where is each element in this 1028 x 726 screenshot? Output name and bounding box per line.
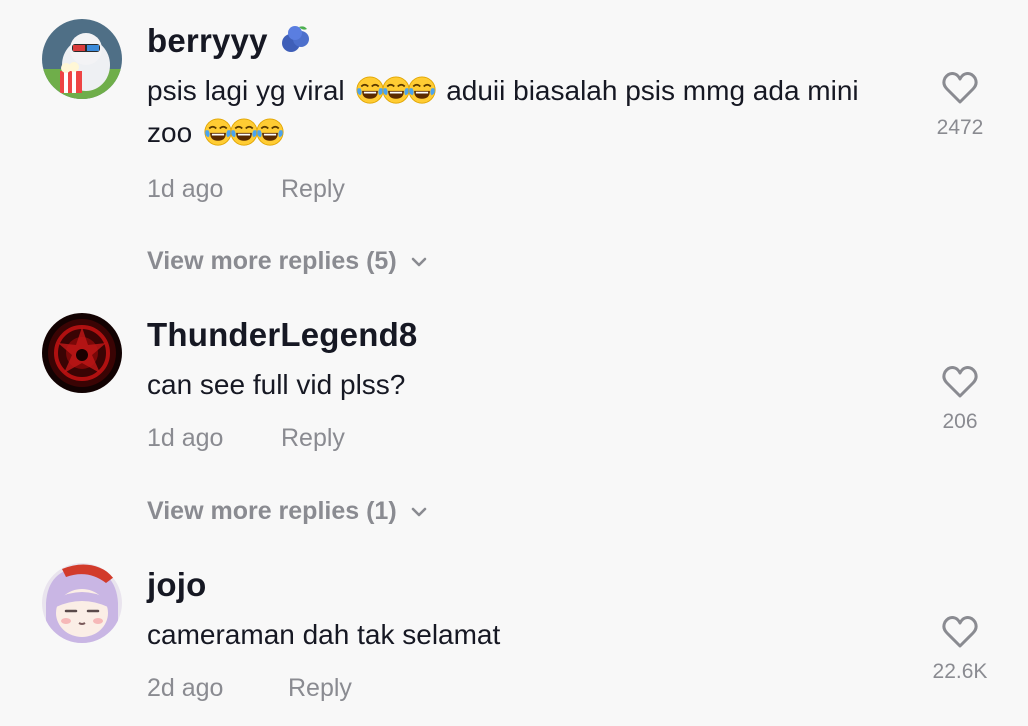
comment-text: can see full vid plss?	[147, 369, 406, 400]
heart-icon[interactable]	[941, 70, 979, 106]
chevron-down-icon	[409, 252, 429, 272]
view-more-replies-button[interactable]: View more replies (5)	[147, 247, 429, 276]
joy-emoji-group	[204, 117, 282, 148]
blueberry-emoji-icon	[282, 26, 310, 52]
like-count: 22.6K	[932, 660, 988, 683]
comment-time: 2d ago	[147, 674, 224, 702]
like-control: 206	[920, 364, 1000, 434]
reply-button[interactable]: Reply	[281, 424, 345, 453]
avatar-image	[42, 563, 122, 643]
username-text: berryyy	[147, 22, 268, 59]
like-count: 206	[942, 410, 978, 433]
face-with-tears-of-joy-icon	[356, 76, 384, 104]
like-control: 2472	[920, 70, 1000, 140]
comment-username[interactable]: jojo	[147, 566, 206, 604]
avatar-image	[42, 19, 122, 99]
like-count: 2472	[936, 116, 984, 139]
comment-username[interactable]: berryyy	[147, 22, 311, 60]
comment-time: 1d ago	[147, 424, 224, 452]
like-control: 22.6K	[920, 614, 1000, 684]
reply-button[interactable]: Reply	[288, 674, 352, 703]
comment-username[interactable]: ThunderLegend8	[147, 316, 417, 354]
comment-meta: 2d ago Reply	[147, 674, 352, 703]
reply-button[interactable]: Reply	[281, 175, 345, 204]
face-with-tears-of-joy-icon	[408, 76, 436, 104]
avatar[interactable]	[42, 563, 122, 643]
chevron-down-icon	[409, 502, 429, 522]
avatar[interactable]	[42, 313, 122, 393]
comment-text: cameraman dah tak selamat	[147, 619, 501, 650]
face-with-tears-of-joy-icon	[204, 118, 232, 146]
comment-meta: 1d ago Reply	[147, 175, 345, 204]
avatar-image	[42, 313, 122, 393]
joy-emoji-group	[356, 75, 442, 106]
avatar[interactable]	[42, 19, 122, 99]
face-with-tears-of-joy-icon	[256, 118, 284, 146]
comment-text: psis lagi yg viral aduii biasalah psis m…	[147, 75, 859, 148]
face-with-tears-of-joy-icon	[382, 76, 410, 104]
view-more-replies-button[interactable]: View more replies (1)	[147, 497, 429, 526]
comment-time: 1d ago	[147, 175, 224, 203]
heart-icon[interactable]	[941, 364, 979, 400]
face-with-tears-of-joy-icon	[230, 118, 258, 146]
heart-icon[interactable]	[941, 614, 979, 650]
comment-meta: 1d ago Reply	[147, 424, 345, 453]
